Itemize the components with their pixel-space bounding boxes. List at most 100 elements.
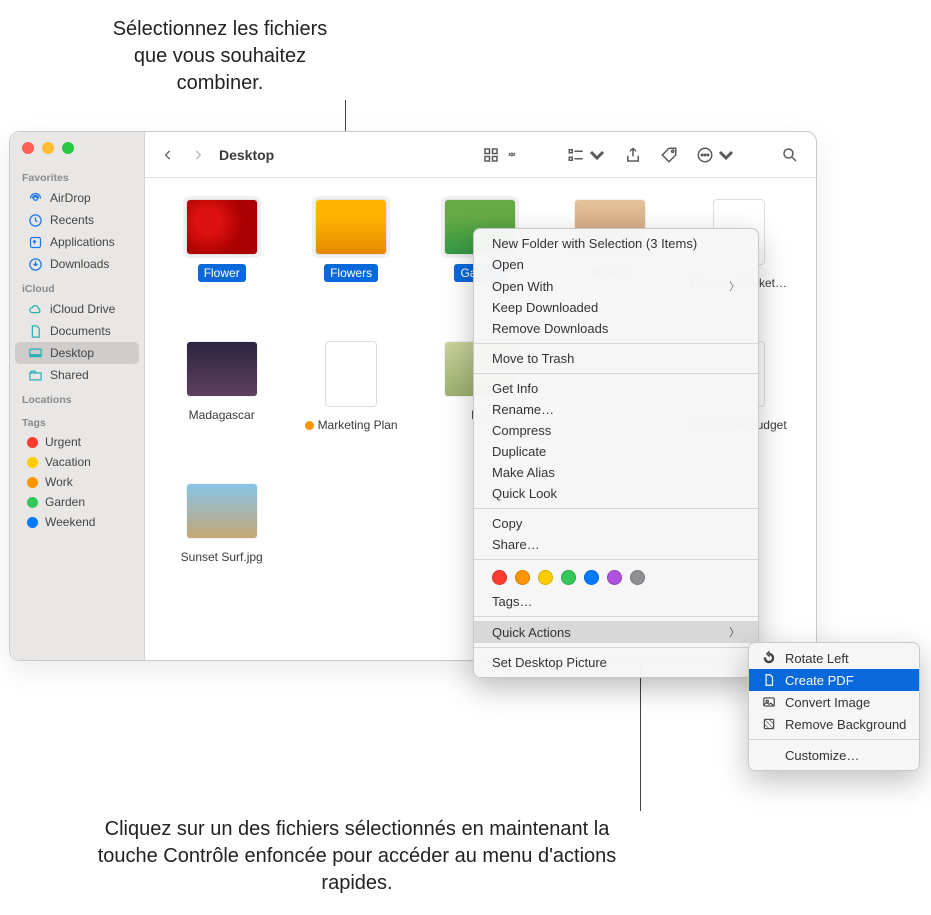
tag-color-swatch[interactable]: [584, 570, 599, 585]
label: Customize…: [785, 748, 859, 763]
file-item[interactable]: Madagascar: [159, 338, 284, 468]
desktop-icon: [27, 345, 43, 361]
tag-dot-icon: [27, 457, 38, 468]
forward-button[interactable]: [187, 144, 209, 166]
sidebar-item-icloud-drive[interactable]: iCloud Drive: [15, 298, 139, 320]
cloud-icon: [27, 301, 43, 317]
ctx-share[interactable]: Share…: [474, 534, 758, 555]
chevron-right-icon: 〉: [729, 624, 740, 640]
callout-line-bottom: [640, 663, 641, 811]
file-item[interactable]: Flowers: [288, 196, 413, 326]
separator: [474, 343, 758, 344]
ctx-get-info[interactable]: Get Info: [474, 378, 758, 399]
file-item[interactable]: Flower: [159, 196, 284, 326]
downloads-icon: [27, 256, 43, 272]
search-button[interactable]: [776, 143, 804, 167]
airdrop-icon: [27, 190, 43, 206]
section-icloud: iCloud: [10, 275, 144, 298]
file-label: Flower: [198, 264, 246, 282]
shared-icon: [27, 367, 43, 383]
tag-color-swatch[interactable]: [630, 570, 645, 585]
ctx-open-with[interactable]: Open With〉: [474, 275, 758, 297]
section-locations: Locations: [10, 386, 144, 409]
sidebar-item-desktop[interactable]: Desktop: [15, 342, 139, 364]
sub-create-pdf[interactable]: Create PDF: [749, 669, 919, 691]
ctx-quick-look[interactable]: Quick Look: [474, 483, 758, 504]
sidebar-tag-urgent[interactable]: Urgent: [15, 432, 139, 452]
ctx-tag-colors: [474, 564, 758, 591]
file-thumbnail: [187, 200, 257, 254]
label: Weekend: [45, 515, 95, 529]
document-icon: [27, 323, 43, 339]
window-controls: [10, 142, 144, 164]
back-button[interactable]: [157, 144, 179, 166]
separator: [474, 508, 758, 509]
rotate-icon: [761, 650, 777, 666]
separator: [474, 647, 758, 648]
label: Shared: [50, 368, 89, 382]
tag-color-swatch[interactable]: [561, 570, 576, 585]
separator: [474, 373, 758, 374]
ctx-new-folder[interactable]: New Folder with Selection (3 Items): [474, 233, 758, 254]
label: Garden: [45, 495, 85, 509]
ctx-rename[interactable]: Rename…: [474, 399, 758, 420]
sidebar-item-recents[interactable]: Recents: [15, 209, 139, 231]
label: Urgent: [45, 435, 81, 449]
file-label: Madagascar: [183, 406, 261, 424]
tag-dot-icon: [27, 517, 38, 528]
sidebar-tag-weekend[interactable]: Weekend: [15, 512, 139, 532]
ctx-quick-actions[interactable]: Quick Actions〉: [474, 621, 758, 643]
file-item[interactable]: Marketing Plan: [288, 338, 413, 468]
sub-customize[interactable]: Customize…: [749, 744, 919, 766]
document-icon: [761, 672, 777, 688]
label: Documents: [50, 324, 111, 338]
group-button[interactable]: [562, 143, 611, 167]
close-button[interactable]: [22, 142, 34, 154]
share-button[interactable]: [619, 143, 647, 167]
tag-color-swatch[interactable]: [538, 570, 553, 585]
label: Remove Background: [785, 717, 906, 732]
sidebar-item-airdrop[interactable]: AirDrop: [15, 187, 139, 209]
tag-button[interactable]: [655, 143, 683, 167]
label: Rotate Left: [785, 651, 849, 666]
ctx-keep-downloaded[interactable]: Keep Downloaded: [474, 297, 758, 318]
quick-actions-submenu: Rotate Left Create PDF Convert Image Rem…: [748, 642, 920, 771]
view-icons-button[interactable]: [477, 143, 526, 167]
more-button[interactable]: [691, 143, 740, 167]
sidebar-tag-vacation[interactable]: Vacation: [15, 452, 139, 472]
ctx-tags[interactable]: Tags…: [474, 591, 758, 612]
minimize-button[interactable]: [42, 142, 54, 154]
sub-convert-image[interactable]: Convert Image: [749, 691, 919, 713]
zoom-button[interactable]: [62, 142, 74, 154]
tag-dot-icon: [27, 497, 38, 508]
sidebar-item-downloads[interactable]: Downloads: [15, 253, 139, 275]
file-item[interactable]: Sunset Surf.jpg: [159, 480, 284, 610]
sub-remove-background[interactable]: Remove Background: [749, 713, 919, 735]
ctx-copy[interactable]: Copy: [474, 513, 758, 534]
label: Downloads: [50, 257, 109, 271]
remove-bg-icon: [761, 716, 777, 732]
ctx-compress[interactable]: Compress: [474, 420, 758, 441]
tag-color-swatch[interactable]: [607, 570, 622, 585]
file-thumbnail: [316, 200, 386, 254]
sidebar-tag-work[interactable]: Work: [15, 472, 139, 492]
tag-color-swatch[interactable]: [492, 570, 507, 585]
ctx-duplicate[interactable]: Duplicate: [474, 441, 758, 462]
ctx-remove-downloads[interactable]: Remove Downloads: [474, 318, 758, 339]
sub-rotate-left[interactable]: Rotate Left: [749, 647, 919, 669]
sidebar-item-shared[interactable]: Shared: [15, 364, 139, 386]
context-menu: New Folder with Selection (3 Items) Open…: [473, 228, 759, 678]
sidebar-item-applications[interactable]: Applications: [15, 231, 139, 253]
label: Applications: [50, 235, 115, 249]
toolbar: Desktop: [145, 132, 816, 178]
callout-text-top: Sélectionnez les fichiers que vous souha…: [100, 16, 340, 97]
image-icon: [761, 694, 777, 710]
ctx-open[interactable]: Open: [474, 254, 758, 275]
file-thumbnail: [187, 484, 257, 538]
ctx-move-to-trash[interactable]: Move to Trash: [474, 348, 758, 369]
ctx-make-alias[interactable]: Make Alias: [474, 462, 758, 483]
ctx-set-desktop[interactable]: Set Desktop Picture: [474, 652, 758, 673]
tag-color-swatch[interactable]: [515, 570, 530, 585]
sidebar-item-documents[interactable]: Documents: [15, 320, 139, 342]
sidebar-tag-garden[interactable]: Garden: [15, 492, 139, 512]
